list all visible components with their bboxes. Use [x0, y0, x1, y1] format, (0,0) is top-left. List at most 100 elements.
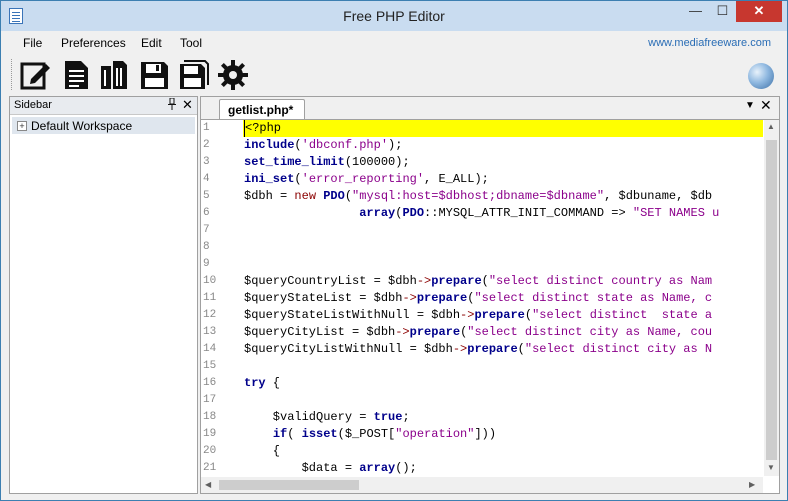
line-number: 3 — [203, 156, 210, 168]
code-line[interactable]: 14 $queryCityListWithNull = $dbh->prepare… — [201, 341, 763, 358]
line-number: 14 — [203, 343, 217, 355]
line-number: 12 — [203, 309, 217, 321]
globe-icon[interactable] — [748, 63, 774, 89]
tab-getlist-php[interactable]: getlist.php* — [219, 99, 305, 119]
expand-icon[interactable]: + — [17, 121, 27, 131]
horizontal-scrollbar[interactable]: ◀ ▶ — [201, 477, 763, 493]
new-file-icon[interactable] — [59, 58, 93, 92]
scroll-up-icon[interactable]: ▲ — [767, 122, 775, 131]
code-text: $queryCityListWithNull = $dbh->prepare("… — [244, 342, 713, 356]
line-number: 17 — [203, 394, 217, 406]
code-text: { — [244, 444, 281, 458]
code-line[interactable]: 20 { — [201, 443, 763, 460]
code-line[interactable]: 7 — [201, 222, 763, 239]
code-line[interactable]: 11 $queryStateList = $dbh->prepare("selec… — [201, 290, 763, 307]
code-line[interactable]: 1 <?php — [201, 120, 763, 137]
code-text: if( isset($_POST["operation"])) — [272, 427, 497, 441]
code-text: ini_set('error_reporting', E_ALL); — [244, 172, 489, 186]
code-text: $queryStateListWithNull = $dbh->prepare(… — [244, 308, 713, 322]
menu-preferences[interactable]: Preferences — [61, 36, 126, 50]
code-text: $queryCityList = $dbh->prepare("select d… — [244, 325, 713, 339]
code-line[interactable]: 5 $dbh = new PDO("mysql:host=$dbhost;dbna… — [201, 188, 763, 205]
code-editor[interactable]: 1 <?php 2 include('dbconf.php'); 3 set_time_l… — [201, 120, 763, 476]
sidebar-panel: Sidebar ✕ + Default Workspace — [9, 96, 198, 494]
code-line[interactable]: 6 array(PDO::MYSQL_ATTR_INIT_COMMAND => … — [201, 205, 763, 222]
code-text: try { — [244, 376, 281, 390]
menu-edit[interactable]: Edit — [141, 36, 162, 50]
line-number: 18 — [203, 411, 217, 423]
website-link[interactable]: www.mediafreeware.com — [648, 37, 771, 49]
line-number: 6 — [203, 207, 210, 219]
line-number: 1 — [203, 122, 210, 134]
line-number: 4 — [203, 173, 210, 185]
tab-bar: getlist.php* ▼ ✕ — [201, 97, 779, 120]
maximize-button[interactable]: ☐ — [709, 1, 736, 22]
code-line[interactable]: 17 — [201, 392, 763, 409]
code-line[interactable]: 19 if( isset($_POST["operation"])) — [201, 426, 763, 443]
pin-icon[interactable] — [167, 97, 177, 113]
app-window: Free PHP Editor — ☐ ✕ File Preferences E… — [0, 0, 788, 501]
line-number: 19 — [203, 428, 217, 440]
code-text: $dbh = new PDO("mysql:host=$dbhost;dbnam… — [244, 189, 713, 203]
line-number: 7 — [203, 224, 210, 236]
code-text: <?php — [244, 120, 282, 137]
line-number: 8 — [203, 241, 210, 253]
code-line[interactable]: 21 $data = array(); — [201, 460, 763, 476]
toolbar-grip — [11, 59, 15, 90]
line-number: 16 — [203, 377, 217, 389]
code-text: $validQuery = true; — [244, 410, 410, 424]
line-number: 9 — [203, 258, 210, 270]
sidebar-close-icon[interactable]: ✕ — [182, 97, 193, 113]
open-files-icon[interactable] — [97, 58, 131, 92]
code-line[interactable]: 16 try { — [201, 375, 763, 392]
line-number: 5 — [203, 190, 210, 202]
code-line[interactable]: 4 ini_set('error_reporting', E_ALL); — [201, 171, 763, 188]
tree-item-label: Default Workspace — [31, 119, 133, 133]
code-line[interactable]: 8 — [201, 239, 763, 256]
save-icon[interactable] — [137, 58, 171, 92]
edit-icon[interactable] — [19, 58, 53, 92]
code-text: set_time_limit(100000); — [244, 155, 410, 169]
vertical-scroll-thumb[interactable] — [766, 140, 777, 460]
code-line[interactable]: 9 — [201, 256, 763, 273]
close-button[interactable]: ✕ — [736, 1, 782, 22]
code-text: array(PDO::MYSQL_ATTR_INIT_COMMAND => "S… — [359, 206, 720, 220]
tab-close-icon[interactable]: ✕ — [760, 97, 772, 114]
menu-tool[interactable]: Tool — [180, 36, 202, 50]
line-number: 13 — [203, 326, 217, 338]
code-line[interactable]: 13 $queryCityList = $dbh->prepare("select… — [201, 324, 763, 341]
menu-bar: File Preferences Edit Tool www.mediafree… — [1, 32, 787, 54]
settings-icon[interactable] — [216, 58, 250, 92]
line-number: 15 — [203, 360, 217, 372]
tab-menu-icon[interactable]: ▼ — [745, 100, 755, 111]
tree-item-default-workspace[interactable]: + Default Workspace — [12, 117, 195, 134]
horizontal-scroll-thumb[interactable] — [219, 480, 359, 490]
line-number: 20 — [203, 445, 217, 457]
code-text: $queryCountryList = $dbh->prepare("selec… — [244, 274, 713, 288]
editor-panel: getlist.php* ▼ ✕ 1 <?php 2 include('dbconf.… — [200, 96, 780, 494]
code-text: $data = array(); — [244, 461, 417, 475]
menu-file[interactable]: File — [23, 36, 42, 50]
toolbar — [1, 55, 787, 95]
vertical-scrollbar[interactable]: ▲ ▼ — [764, 120, 779, 476]
minimize-button[interactable]: — — [682, 1, 709, 22]
code-text: $queryStateList = $dbh->prepare("select … — [244, 291, 713, 305]
current-line-highlight — [243, 120, 763, 137]
save-all-icon[interactable] — [176, 58, 210, 92]
code-line[interactable]: 18 $validQuery = true; — [201, 409, 763, 426]
sidebar-header: Sidebar ✕ — [10, 97, 197, 115]
code-line[interactable]: 10 $queryCountryList = $dbh->prepare("sel… — [201, 273, 763, 290]
line-number: 10 — [203, 275, 217, 287]
code-line[interactable]: 12 $queryStateListWithNull = $dbh->prepar… — [201, 307, 763, 324]
line-number: 11 — [203, 292, 217, 304]
code-line[interactable]: 3 set_time_limit(100000); — [201, 154, 763, 171]
scroll-right-icon[interactable]: ▶ — [749, 480, 755, 489]
title-bar: Free PHP Editor — ☐ ✕ — [1, 1, 787, 31]
code-line[interactable]: 2 include('dbconf.php'); — [201, 137, 763, 154]
scroll-down-icon[interactable]: ▼ — [767, 463, 775, 472]
tab-label: getlist.php* — [228, 103, 294, 117]
code-line[interactable]: 15 — [201, 358, 763, 375]
line-number: 21 — [203, 462, 217, 474]
scroll-left-icon[interactable]: ◀ — [205, 480, 211, 489]
sidebar-title: Sidebar — [14, 99, 52, 111]
